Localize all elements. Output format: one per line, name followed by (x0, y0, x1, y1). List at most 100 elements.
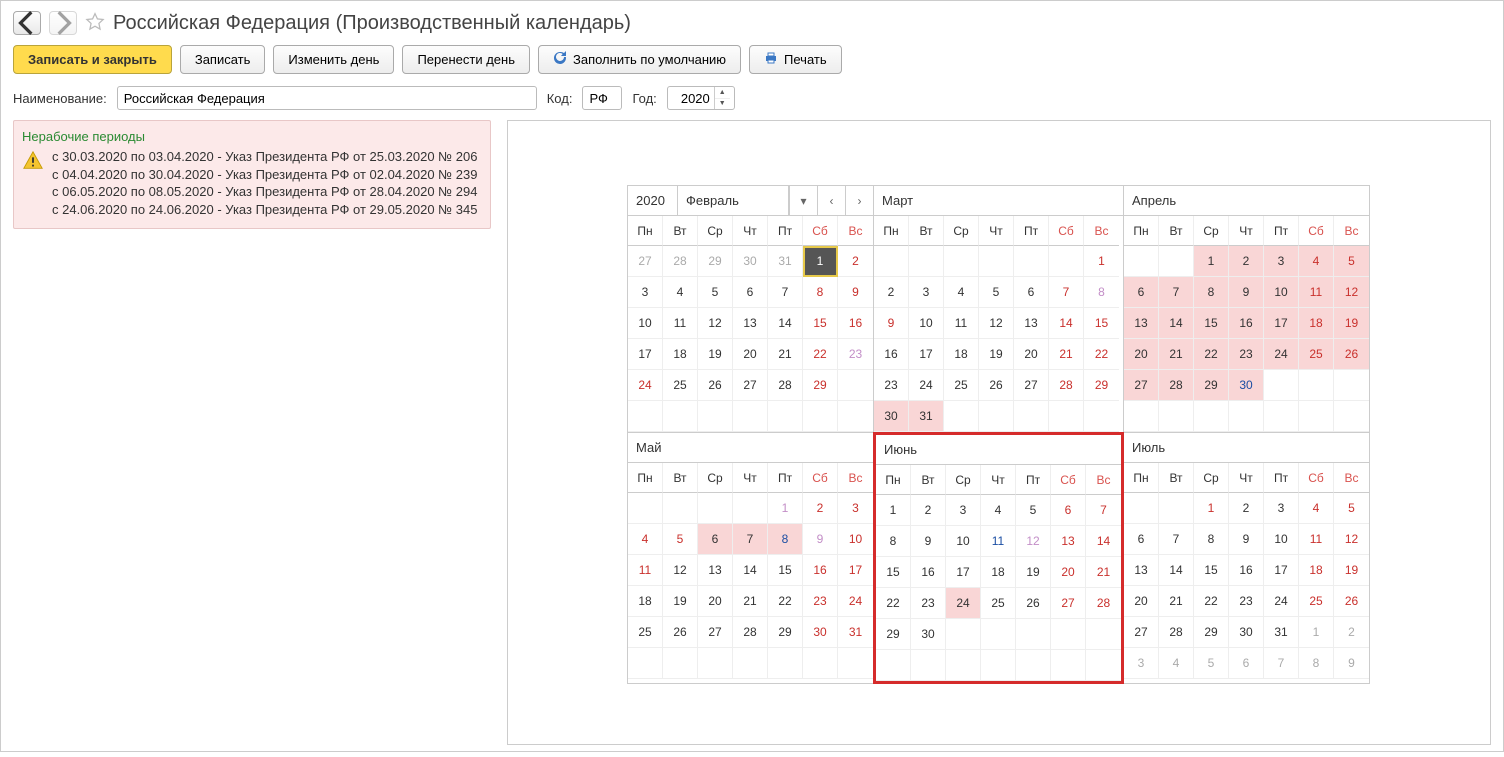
calendar-day[interactable]: 10 (628, 308, 663, 339)
calendar-day[interactable]: 5 (1334, 246, 1369, 277)
calendar-day[interactable]: 11 (944, 308, 979, 339)
calendar-day[interactable]: 27 (1051, 588, 1086, 619)
calendar-day[interactable]: 25 (628, 617, 663, 648)
calendar-day[interactable]: 8 (1299, 648, 1334, 679)
calendar-day[interactable]: 27 (628, 246, 663, 277)
calendar-day[interactable]: 18 (663, 339, 698, 370)
calendar-day[interactable]: 2 (803, 493, 838, 524)
month-next-button[interactable]: › (845, 186, 873, 215)
calendar-day[interactable]: 23 (838, 339, 873, 370)
calendar-day[interactable]: 11 (1299, 277, 1334, 308)
calendar-day[interactable]: 15 (803, 308, 838, 339)
calendar-day[interactable]: 31 (838, 617, 873, 648)
calendar-day[interactable]: 1 (876, 495, 911, 526)
calendar-day[interactable]: 16 (1229, 308, 1264, 339)
calendar-day[interactable]: 15 (1194, 555, 1229, 586)
calendar-day[interactable]: 14 (1049, 308, 1084, 339)
calendar-day[interactable]: 20 (1124, 339, 1159, 370)
calendar-day[interactable]: 13 (698, 555, 733, 586)
calendar-day[interactable]: 28 (733, 617, 768, 648)
calendar-day[interactable]: 23 (803, 586, 838, 617)
calendar-day[interactable]: 22 (1084, 339, 1119, 370)
calendar-day[interactable]: 9 (838, 277, 873, 308)
calendar-day[interactable]: 6 (733, 277, 768, 308)
calendar-day[interactable]: 30 (803, 617, 838, 648)
calendar-day[interactable]: 19 (1334, 555, 1369, 586)
calendar-day[interactable]: 13 (733, 308, 768, 339)
calendar-day[interactable]: 9 (911, 526, 946, 557)
calendar-day[interactable]: 18 (628, 586, 663, 617)
year-stepper[interactable]: ▲ ▼ (667, 86, 735, 110)
calendar-day[interactable]: 13 (1124, 555, 1159, 586)
calendar-day[interactable]: 2 (874, 277, 909, 308)
calendar-day[interactable]: 20 (733, 339, 768, 370)
calendar-day[interactable]: 8 (876, 526, 911, 557)
calendar-day[interactable]: 22 (768, 586, 803, 617)
calendar-day[interactable]: 12 (1334, 277, 1369, 308)
calendar-day[interactable]: 12 (698, 308, 733, 339)
calendar-day[interactable]: 3 (1124, 648, 1159, 679)
calendar-day[interactable]: 16 (838, 308, 873, 339)
calendar-day[interactable]: 11 (1299, 524, 1334, 555)
calendar-day[interactable]: 21 (768, 339, 803, 370)
calendar-day[interactable]: 6 (1124, 277, 1159, 308)
calendar-day[interactable]: 22 (876, 588, 911, 619)
calendar-day[interactable]: 15 (1194, 308, 1229, 339)
calendar-day[interactable]: 2 (838, 246, 873, 277)
calendar-day[interactable]: 5 (663, 524, 698, 555)
calendar-day[interactable]: 14 (1159, 555, 1194, 586)
calendar-day[interactable]: 10 (838, 524, 873, 555)
calendar-day[interactable]: 18 (981, 557, 1016, 588)
calendar-day[interactable]: 25 (663, 370, 698, 401)
calendar-day[interactable]: 19 (698, 339, 733, 370)
calendar-day[interactable]: 10 (946, 526, 981, 557)
calendar-day[interactable]: 21 (733, 586, 768, 617)
calendar-day[interactable]: 27 (698, 617, 733, 648)
calendar-day[interactable]: 16 (1229, 555, 1264, 586)
calendar-day[interactable]: 25 (944, 370, 979, 401)
calendar-day[interactable]: 15 (876, 557, 911, 588)
calendar-day[interactable]: 14 (733, 555, 768, 586)
calendar-day[interactable]: 24 (838, 586, 873, 617)
calendar-day[interactable]: 22 (1194, 586, 1229, 617)
calendar-day[interactable]: 4 (1159, 648, 1194, 679)
calendar-day[interactable]: 19 (1334, 308, 1369, 339)
code-input[interactable] (582, 86, 622, 110)
calendar-day[interactable]: 1 (1194, 246, 1229, 277)
calendar-day[interactable]: 14 (1086, 526, 1121, 557)
calendar-day[interactable]: 6 (1229, 648, 1264, 679)
calendar-day[interactable]: 10 (909, 308, 944, 339)
year-up-icon[interactable]: ▲ (715, 87, 730, 99)
calendar-day[interactable]: 3 (946, 495, 981, 526)
calendar-day[interactable]: 3 (909, 277, 944, 308)
calendar-day[interactable]: 4 (1299, 493, 1334, 524)
year-input[interactable] (668, 91, 714, 106)
calendar-day[interactable]: 12 (663, 555, 698, 586)
move-day-button[interactable]: Перенести день (402, 45, 530, 74)
calendar-day[interactable]: 6 (1124, 524, 1159, 555)
calendar-day[interactable]: 17 (1264, 555, 1299, 586)
calendar-day[interactable]: 5 (1194, 648, 1229, 679)
calendar-day[interactable]: 21 (1086, 557, 1121, 588)
calendar-day[interactable]: 21 (1049, 339, 1084, 370)
calendar-day[interactable]: 27 (1014, 370, 1049, 401)
calendar-day[interactable]: 3 (1264, 246, 1299, 277)
calendar-day[interactable]: 17 (838, 555, 873, 586)
calendar-day[interactable]: 26 (663, 617, 698, 648)
calendar-day[interactable]: 9 (1229, 524, 1264, 555)
calendar-day[interactable]: 20 (1124, 586, 1159, 617)
calendar-day[interactable]: 7 (1049, 277, 1084, 308)
change-day-button[interactable]: Изменить день (273, 45, 394, 74)
calendar-day[interactable]: 5 (1016, 495, 1051, 526)
calendar-day[interactable]: 14 (1159, 308, 1194, 339)
calendar-day[interactable]: 29 (803, 370, 838, 401)
calendar-day[interactable]: 18 (944, 339, 979, 370)
calendar-day[interactable]: 27 (1124, 617, 1159, 648)
calendar-day[interactable]: 19 (1016, 557, 1051, 588)
calendar-day[interactable]: 12 (1334, 524, 1369, 555)
calendar-day[interactable]: 9 (1229, 277, 1264, 308)
calendar-day[interactable]: 20 (698, 586, 733, 617)
calendar-day[interactable]: 23 (1229, 339, 1264, 370)
calendar-day[interactable]: 28 (663, 246, 698, 277)
calendar-day[interactable]: 22 (1194, 339, 1229, 370)
